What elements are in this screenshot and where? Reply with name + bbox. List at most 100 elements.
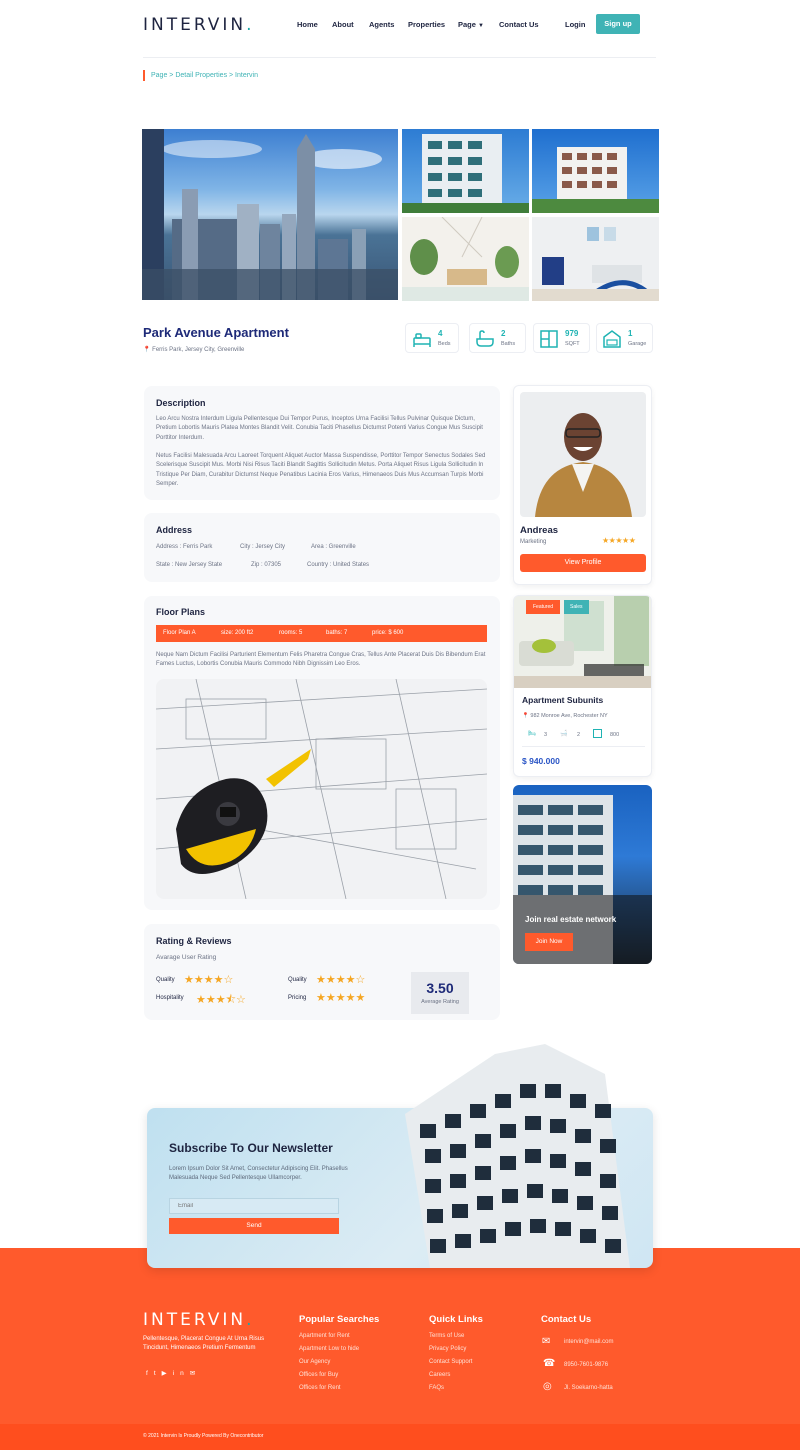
signup-button[interactable]: Sign up	[596, 14, 640, 34]
location-icon: ◎	[543, 1381, 552, 1392]
rating-stars-quality-1: ★★★★☆	[184, 974, 234, 986]
area-icon	[540, 330, 558, 348]
header-divider	[143, 57, 656, 58]
agent-portrait-graphic	[535, 413, 632, 517]
nav-agents[interactable]: Agents	[369, 20, 394, 29]
address-value: Address : Ferris Park	[156, 544, 213, 550]
newsletter-email-input[interactable]	[169, 1198, 339, 1214]
featured-badge: Featured	[526, 600, 561, 614]
gallery-main-image[interactable]	[142, 129, 398, 300]
nav-home[interactable]: Home	[297, 20, 318, 29]
footer-link[interactable]: Contact Support	[429, 1359, 472, 1365]
bath-icon	[476, 330, 494, 347]
view-profile-button[interactable]: View Profile	[520, 554, 646, 572]
newsletter-title: Subscribe To Our Newsletter	[169, 1141, 333, 1155]
join-network-card[interactable]: Join real estate network Join Now	[513, 785, 652, 964]
listing-location: 📍 982 Monroe Ave, Rochester NY	[522, 713, 608, 719]
newsletter-building-image	[405, 1044, 630, 1268]
footer-link[interactable]: Offices for Rent	[299, 1385, 341, 1391]
location-pin-icon: 📍	[522, 713, 529, 719]
nav-contact[interactable]: Contact Us	[499, 20, 539, 29]
footer-link[interactable]: FAQs	[429, 1385, 444, 1391]
state-value: State : New Jersey State	[156, 562, 223, 568]
country-value: Country : United States	[307, 562, 370, 568]
youtube-icon[interactable]: ▶	[162, 1370, 173, 1377]
join-now-button[interactable]: Join Now	[525, 933, 573, 951]
feature-garage: 1 Garage	[596, 323, 653, 353]
feature-value: 1	[628, 329, 633, 338]
property-location-text: Ferris Park, Jersey City, Greenville	[152, 347, 245, 353]
floor-plan-rooms: rooms: 5	[279, 630, 303, 636]
address-card: Address Address : Ferris Park City : Jer…	[144, 513, 500, 582]
gallery-image-building-1[interactable]	[402, 129, 529, 213]
nav-page[interactable]: Page ▼	[458, 20, 484, 29]
average-rating-value: 3.50	[426, 980, 454, 996]
feature-area: 979 SQFT	[533, 323, 590, 353]
city-skyline-graphic	[142, 129, 398, 300]
newsletter-send-button[interactable]: Send	[169, 1218, 339, 1234]
login-link[interactable]: Login	[565, 20, 585, 29]
area-icon	[593, 729, 602, 738]
area-value: Area : Greenville	[311, 544, 356, 550]
nav-about[interactable]: About	[332, 20, 354, 29]
nav-properties[interactable]: Properties	[408, 20, 445, 29]
footer-link[interactable]: Offices for Buy	[299, 1372, 338, 1378]
description-paragraph: Leo Arcu Nostra Interdum Ligula Pellente…	[156, 416, 483, 441]
rating-label: Hospitality	[156, 995, 184, 1001]
bath-icon: 🛁	[560, 731, 568, 737]
average-rating-box: 3.50 Average Rating	[411, 972, 469, 1014]
footer-link[interactable]: Our Agency	[299, 1359, 330, 1365]
floor-plan-bar[interactable]: Floor Plan A size: 200 ft2 rooms: 5 bath…	[156, 625, 487, 642]
sales-badge: Sales	[564, 600, 589, 614]
social-icons: ft▶in✉	[146, 1369, 201, 1377]
logo-dot: .	[246, 15, 255, 35]
agent-name: Andreas	[520, 525, 559, 536]
description-card: Description Leo Arcu Nostra Interdum Lig…	[144, 386, 500, 500]
footer-link[interactable]: Apartment for Rent	[299, 1333, 350, 1339]
facebook-icon[interactable]: f	[146, 1370, 154, 1377]
linkedin-icon[interactable]: in	[173, 1370, 190, 1377]
footer-link[interactable]: Terms of Use	[429, 1333, 464, 1339]
rating-card: Rating & Reviews Avarage User Rating Qua…	[144, 924, 500, 1020]
blueprint-graphic	[156, 679, 487, 899]
footer-logo-dot: .	[246, 1310, 255, 1330]
description-title: Description	[156, 398, 206, 408]
rating-stars-pricing: ★★★★★	[316, 992, 366, 1004]
listing-beds: 3	[544, 732, 548, 738]
city-value: City : Jersey City	[240, 544, 286, 550]
listing-divider	[522, 746, 645, 747]
listing-card[interactable]: Featured Sales Apartment Subunits 📍 982 …	[513, 595, 652, 777]
interior-graphic	[402, 217, 529, 301]
footer-logo[interactable]: INTERVIN.	[143, 1310, 255, 1330]
quick-links-title: Quick Links	[429, 1314, 483, 1325]
footer-email[interactable]: intervin@mail.com	[564, 1339, 613, 1345]
feature-label: Beds	[438, 341, 451, 347]
average-rating-label: Average Rating	[421, 999, 459, 1005]
mail-icon[interactable]: ✉	[190, 1370, 201, 1377]
footer-link[interactable]: Careers	[429, 1372, 450, 1378]
agent-photo[interactable]	[520, 392, 646, 517]
gallery-image-interior-2[interactable]	[532, 217, 659, 301]
footer-link[interactable]: Apartment Low to hide	[299, 1346, 359, 1352]
footer-bottom-bar	[0, 1424, 800, 1450]
copyright-text: © 2021 Intervin Is Proudly Powered By On…	[143, 1433, 264, 1439]
email-icon: ✉	[542, 1336, 551, 1347]
footer-link[interactable]: Privacy Policy	[429, 1346, 466, 1352]
site-logo[interactable]: INTERVIN.	[143, 15, 255, 35]
breadcrumb[interactable]: Page > Detail Properties > Intervin	[151, 72, 258, 79]
floor-plans-title: Floor Plans	[156, 607, 206, 617]
gallery-image-interior-1[interactable]	[402, 217, 529, 301]
twitter-icon[interactable]: t	[154, 1370, 162, 1377]
bed-icon: 🛏	[528, 731, 536, 737]
gallery-image-building-2[interactable]	[532, 129, 659, 213]
main-nav: Home About Agents Properties Page ▼ Cont…	[297, 20, 557, 32]
floor-plan-image[interactable]	[156, 679, 487, 899]
listing-area: 800	[610, 732, 620, 738]
footer-phone[interactable]: 8950-7601-9876	[564, 1362, 608, 1368]
rating-stars-hospitality: ★★★⯪☆	[196, 994, 246, 1006]
modern-building-graphic	[405, 1044, 630, 1268]
floor-plan-name: Floor Plan A	[163, 630, 196, 636]
listing-title: Apartment Subunits	[522, 695, 604, 705]
feature-label: SQFT	[565, 341, 580, 347]
feature-beds: 4 Beds	[405, 323, 459, 353]
